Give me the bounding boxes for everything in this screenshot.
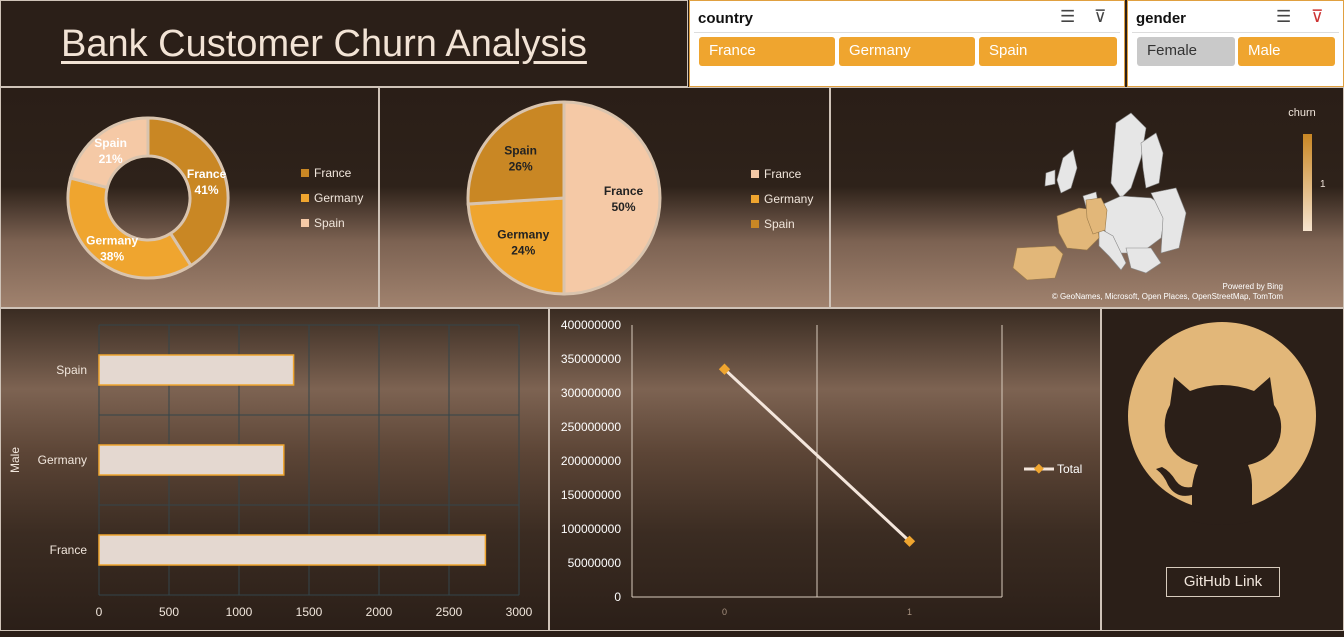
pie-chart-panel: France 50% Germany 24% Spain 26% France Germa… (379, 87, 830, 308)
bar-category-label: Spain (56, 363, 87, 377)
github-panel: GitHub Link (1101, 308, 1344, 631)
line-y-tick-label: 200000000 (561, 454, 621, 468)
bar-x-tick-label: 500 (159, 605, 179, 619)
donut-legend-spain: Spain (301, 216, 345, 230)
bar-spain[interactable] (98, 354, 295, 386)
bar-category-label: Germany (38, 453, 87, 467)
map-credit-bing: Powered by Bing (1223, 282, 1283, 291)
bar-x-tick-label: 2000 (366, 605, 393, 619)
legend-label: France (314, 166, 352, 180)
legend-label: Germany (314, 191, 364, 205)
donut-slice-germany[interactable] (66, 176, 193, 280)
pie-legend-france: France (751, 167, 801, 181)
bar-x-tick-label: 3000 (506, 605, 533, 619)
line-x-tick-label: 0 (722, 607, 727, 617)
bar-france[interactable] (98, 534, 487, 566)
map-legend-title: churn (1288, 107, 1316, 119)
line-y-tick-label: 400000000 (561, 318, 621, 332)
donut-label-category: Germany (86, 233, 138, 247)
legend-label: Germany (764, 192, 814, 206)
legend-swatch (301, 169, 309, 177)
slicer-item-germany[interactable]: Germany (839, 37, 975, 66)
pie-label-value: 26% (509, 159, 533, 173)
pie-label-value: 24% (511, 243, 535, 257)
map-legend-value: 1 (1320, 179, 1326, 190)
donut-legend-germany: Germany (301, 191, 363, 205)
pie-label-category: France (604, 184, 644, 198)
donut-chart-panel: France 41% Germany 38% Spain 21% France Germa… (0, 87, 379, 308)
divider (1132, 32, 1339, 33)
bar-x-tick-label: 0 (96, 605, 103, 619)
donut-label-value: 41% (195, 183, 219, 197)
map-region-balkans (1125, 247, 1162, 274)
gender-slicer-title: gender (1136, 10, 1187, 27)
line-y-tick-label: 250000000 (561, 420, 621, 434)
legend-swatch (301, 219, 309, 227)
line-legend-marker (1033, 463, 1044, 474)
title-panel: Bank Customer Churn Analysis (0, 0, 688, 87)
donut-label-value: 21% (99, 152, 123, 166)
slicer-item-france[interactable]: France (699, 37, 835, 66)
map-region-uk (1056, 149, 1078, 194)
line-legend-label: Total (1057, 462, 1082, 476)
map-region-finland (1140, 132, 1164, 189)
github-logo-icon[interactable] (1102, 309, 1344, 549)
multi-select-icon[interactable]: ☰ (1276, 7, 1291, 27)
pie-legend-spain: Spain (751, 217, 795, 231)
pie-label-value: 50% (612, 200, 636, 214)
pie-slice-france[interactable] (562, 100, 662, 296)
bar-chart-panel: 0 500 1000 1500 2000 2500 3000 Spain Germany Fran… (0, 308, 549, 631)
donut-label-category: France (187, 167, 227, 181)
bar-germany[interactable] (98, 444, 285, 476)
line-chart-panel: 400000000 350000000 300000000 250000000 2000… (549, 308, 1101, 631)
bar-chart: 0 500 1000 1500 2000 2500 3000 Spain Germany Fran… (8, 324, 533, 619)
clear-filter-icon[interactable]: ⊽ (1094, 7, 1106, 27)
legend-swatch (301, 194, 309, 202)
legend-label: Spain (764, 217, 795, 231)
donut-label-value: 38% (100, 249, 124, 263)
pie-legend-germany: Germany (751, 192, 813, 206)
multi-select-icon[interactable]: ☰ (1060, 7, 1075, 27)
line-y-tick-label: 100000000 (561, 522, 621, 536)
country-slicer-title: country (698, 10, 754, 27)
line-y-tick-label: 350000000 (561, 352, 621, 366)
map-legend-scale (1303, 134, 1312, 231)
line-y-tick-label: 150000000 (561, 488, 621, 502)
map-region-scandinavia (1110, 112, 1147, 199)
country-slicer: country ☰ ⊽ France Germany Spain (689, 0, 1125, 87)
pie-label-category: Germany (497, 227, 549, 241)
line-x-tick-label: 1 (907, 607, 912, 617)
bar-x-tick-label: 1000 (226, 605, 253, 619)
clear-filter-icon[interactable]: ⊽ (1311, 7, 1323, 27)
line-y-tick-label: 50000000 (568, 556, 622, 570)
donut-legend-france: France (301, 166, 351, 180)
map-region-ireland (1044, 169, 1056, 187)
map-panel: churn 1 Powered by Bing © GeoNames, Micr… (830, 87, 1344, 308)
legend-swatch (751, 170, 759, 178)
page-title: Bank Customer Churn Analysis (61, 23, 587, 65)
slicer-item-female[interactable]: Female (1137, 37, 1235, 66)
legend-label: France (764, 167, 802, 181)
pie-label-category: Spain (504, 143, 537, 157)
gender-slicer: gender ☰ ⊽ Female Male (1127, 0, 1344, 87)
github-link-button[interactable]: GitHub Link (1166, 567, 1280, 597)
bar-x-tick-label: 2500 (436, 605, 463, 619)
line-chart: 400000000 350000000 300000000 250000000 2000… (561, 318, 1082, 617)
slicer-item-spain[interactable]: Spain (979, 37, 1117, 66)
slicer-item-male[interactable]: Male (1238, 37, 1335, 66)
donut-label-category: Spain (94, 136, 127, 150)
bar-y-axis-label: Male (8, 447, 22, 473)
bar-category-label: France (50, 543, 88, 557)
divider (694, 32, 1120, 33)
legend-swatch (751, 195, 759, 203)
legend-label: Spain (314, 216, 345, 230)
bar-x-tick-label: 1500 (296, 605, 323, 619)
map-region-spain (1012, 245, 1064, 281)
legend-swatch (751, 220, 759, 228)
map-credit-sources: © GeoNames, Microsoft, Open Places, Open… (1052, 292, 1284, 301)
europe-map[interactable]: churn 1 Powered by Bing © GeoNames, Micr… (831, 88, 1344, 308)
line-y-tick-label: 300000000 (561, 386, 621, 400)
line-y-tick-label: 0 (614, 590, 621, 604)
